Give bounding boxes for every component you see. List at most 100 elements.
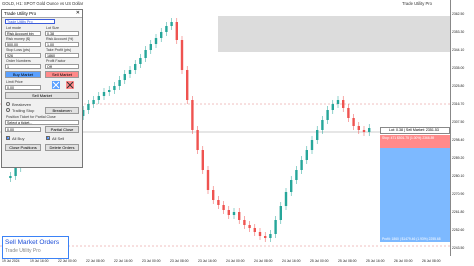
- candle-body: [269, 234, 272, 238]
- panel-header[interactable]: Trade Utility Pro ✕: [2, 10, 82, 18]
- breakeven-label: Breakeven: [12, 102, 32, 107]
- sell-market-button[interactable]: Sell Market: [45, 71, 79, 78]
- partial-label: Position Ticket for Partial Close: [6, 115, 56, 119]
- profit-factor-select[interactable]: Off: [45, 64, 79, 69]
- time-tick-label: 23 Jul 00:00: [142, 259, 161, 263]
- ticket-select[interactable]: Select a ticket...: [5, 120, 79, 125]
- candle-body: [279, 206, 282, 220]
- candle-body: [258, 232, 262, 236]
- sl-points-input[interactable]: 926: [5, 53, 41, 58]
- price-tick-label: 2335.00: [452, 66, 465, 70]
- sell-market-order-button[interactable]: Sell Market: [5, 92, 79, 99]
- candle-body: [165, 26, 168, 32]
- candle-body: [14, 168, 17, 176]
- partial-close-button[interactable]: Partial Close: [45, 126, 79, 133]
- time-tick-label: 23 Jul 16:00: [198, 259, 217, 263]
- risk-money-label: Risk money ($): [6, 37, 31, 41]
- candle-body: [264, 236, 267, 238]
- price-tick-label: 2353.30: [452, 30, 465, 34]
- sl-label: Stop: 471 $501.75 (1.00%) 2366.89: [382, 136, 435, 140]
- trade-utility-panel: Trade Utility Pro ✕ Trade Utility Pro Lo…: [1, 9, 83, 168]
- profit-factor-label: Profit Factor: [46, 59, 66, 63]
- risk-money-input[interactable]: 500.00: [5, 42, 41, 47]
- candle-body: [326, 110, 329, 120]
- orders-input[interactable]: 1: [5, 64, 41, 69]
- indicator-title: Trade Utility Pro: [402, 1, 432, 6]
- limit-price-input[interactable]: 0.00: [5, 85, 41, 90]
- candle-body: [160, 32, 163, 38]
- partial-volume-input[interactable]: 0.00: [5, 127, 41, 132]
- lot-size-input[interactable]: 0.38: [45, 31, 79, 36]
- candle-body: [331, 104, 334, 110]
- candle-body: [352, 118, 355, 126]
- time-tick-label: 25 Jul 08:00: [338, 259, 357, 263]
- price-tick-label: 2298.40: [452, 138, 465, 142]
- time-tick-label: 22 Jul 00:00: [58, 259, 77, 263]
- price-tick-label: 2289.20: [452, 156, 465, 160]
- price-tick-label: 2243.50: [452, 246, 465, 250]
- candle-body: [217, 200, 220, 205]
- candle-body: [154, 38, 158, 44]
- candle-body: [336, 100, 340, 104]
- candle-body: [310, 140, 314, 150]
- time-tick-label: 22 Jul 16:00: [114, 259, 133, 263]
- candle-body: [102, 92, 106, 96]
- lot-mode-select[interactable]: Risk Account bin: [5, 31, 41, 36]
- price-tick-label: 2344.10: [452, 48, 465, 52]
- candle-body: [97, 96, 100, 100]
- candle-body: [108, 90, 111, 92]
- breakeven-button[interactable]: Breakeven: [45, 107, 79, 114]
- candle-body: [113, 86, 116, 90]
- time-tick-label: 23 Jul 08:00: [170, 259, 189, 263]
- candle-body: [274, 220, 277, 234]
- breakeven-radio[interactable]: [6, 102, 10, 106]
- candle-body: [206, 170, 210, 190]
- panel-subtitle: Trade Utility Pro: [5, 19, 55, 24]
- candle-body: [9, 176, 12, 178]
- candle-body: [248, 225, 251, 228]
- delete-orders-button[interactable]: Delete Orders: [45, 144, 79, 151]
- trailing-label: Trailing Stop: [12, 108, 35, 113]
- all-sell-checkbox[interactable]: ✓: [46, 136, 50, 140]
- price-tick-label: 2270.90: [452, 192, 465, 196]
- candle-body: [196, 130, 199, 150]
- candle-body: [227, 210, 230, 215]
- sell-pending-icon[interactable]: [66, 81, 74, 89]
- candle-body: [128, 70, 132, 74]
- candle-body: [175, 22, 178, 40]
- buy-market-button[interactable]: Buy Market: [5, 71, 41, 78]
- candle-body: [212, 190, 215, 200]
- candle-body: [87, 104, 90, 110]
- orders-label: Order Numbers: [6, 59, 31, 63]
- limit-price-label: Limit Price: [6, 80, 23, 84]
- tp-points-label: Take Profit (pts): [46, 48, 72, 52]
- entry-line-label[interactable]: Lot: 0.38 | Sell Market: 2351.53: [380, 127, 450, 134]
- price-tick-label: 2280.10: [452, 174, 465, 178]
- candle-body: [295, 170, 298, 180]
- candle-body: [243, 220, 246, 225]
- stop-loss-zone[interactable]: Stop: 471 $501.75 (1.00%) 2366.89: [380, 135, 450, 148]
- time-tick-label: 24 Jul 08:00: [254, 259, 273, 263]
- tp-points-input[interactable]: 1860: [45, 53, 79, 58]
- candle-body: [362, 130, 366, 132]
- candle-body: [144, 50, 147, 58]
- time-tick-label: 19 Jul 2024: [2, 259, 20, 263]
- candle-body: [357, 126, 360, 130]
- all-buy-checkbox[interactable]: ✓: [6, 136, 10, 140]
- trailing-radio[interactable]: [6, 108, 10, 112]
- lot-mode-label: Lot mode: [6, 26, 21, 30]
- symbol-title: GOLD, H1: SPOT Gold Ounce vs US Dollar: [2, 1, 84, 6]
- candle-body: [300, 160, 303, 170]
- risk-pct-input[interactable]: 1.00: [45, 42, 79, 47]
- all-sell-label: All Sell: [52, 136, 65, 141]
- take-profit-zone[interactable]: Profit: 1860 | $1479.46 (1.93%) 2255.68: [380, 138, 450, 242]
- candle-body: [180, 40, 184, 70]
- chart-label-title: Sell Market Orders: [5, 239, 60, 246]
- close-icon[interactable]: ✕: [76, 10, 80, 16]
- candle-body: [149, 44, 152, 50]
- candle-body: [305, 150, 308, 160]
- time-tick-label: 24 Jul 16:00: [282, 259, 301, 263]
- close-positions-button[interactable]: Close Positions: [5, 144, 41, 151]
- price-axis: [450, 0, 474, 256]
- buy-pending-icon[interactable]: [52, 81, 60, 89]
